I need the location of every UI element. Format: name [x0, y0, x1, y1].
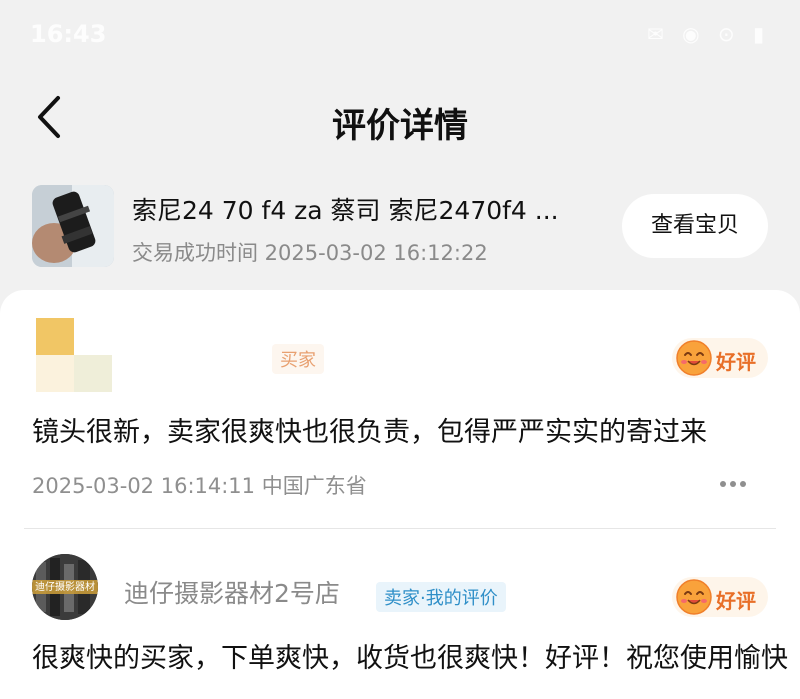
- reviews-card: 买家 好评 镜头很新，卖家很爽快也很负责，包得严严实实的寄过来 2025-03-…: [0, 290, 800, 699]
- avatar-label: 迪仔摄影器材: [35, 582, 95, 593]
- review-item: 迪仔摄影器材 迪仔摄影器材2号店 卖家·我的评价 好评 很爽快的买家，下单爽快，…: [0, 530, 800, 699]
- review-item: 买家 好评 镜头很新，卖家很爽快也很负责，包得严严实实的寄过来 2025-03-…: [0, 290, 800, 529]
- more-options-icon[interactable]: [720, 472, 756, 492]
- role-tag: 买家: [272, 344, 324, 374]
- status-bar: 16:43 ✉ ◉ ⊙ ▮: [0, 0, 800, 70]
- rating-label: 好评: [716, 350, 756, 374]
- header: 评价详情: [0, 78, 800, 158]
- product-row[interactable]: 索尼24 70 f4 za 蔡司 索尼2470f4 ... 交易成功时间 202…: [0, 183, 800, 273]
- lens-image: [32, 185, 114, 267]
- divider: [24, 528, 776, 529]
- review-text: 镜头很新，卖家很爽快也很负责，包得严严实实的寄过来: [32, 417, 707, 448]
- trade-time: 交易成功时间 2025-03-02 16:12:22: [132, 241, 488, 265]
- avatar[interactable]: 迪仔摄影器材: [32, 554, 98, 620]
- product-title[interactable]: 索尼24 70 f4 za 蔡司 索尼2470f4 ...: [132, 191, 592, 227]
- status-icons: ✉ ◉ ⊙ ▮: [646, 22, 770, 46]
- review-meta: 2025-03-02 16:14:11 中国广东省: [32, 474, 367, 498]
- page-title: 评价详情: [332, 106, 468, 146]
- review-detail-page: 16:43 ✉ ◉ ⊙ ▮ 评价详情 索尼24 70 f4 za 蔡司 索尼24…: [0, 0, 800, 699]
- status-time: 16:43: [30, 20, 107, 48]
- seller-name[interactable]: 迪仔摄影器材2号店: [124, 574, 340, 610]
- product-thumbnail[interactable]: [32, 185, 114, 267]
- role-tag: 卖家·我的评价: [376, 582, 506, 612]
- avatar[interactable]: [36, 318, 112, 392]
- smile-face-icon: [676, 340, 712, 376]
- rating-badge: 好评: [672, 577, 768, 617]
- rating-badge: 好评: [672, 338, 768, 378]
- review-text: 很爽快的买家，下单爽快，收货也很爽快！好评！祝您使用愉快: [32, 643, 788, 674]
- smile-face-icon: [676, 579, 712, 615]
- view-item-button[interactable]: 查看宝贝: [622, 194, 768, 258]
- rating-label: 好评: [716, 589, 756, 613]
